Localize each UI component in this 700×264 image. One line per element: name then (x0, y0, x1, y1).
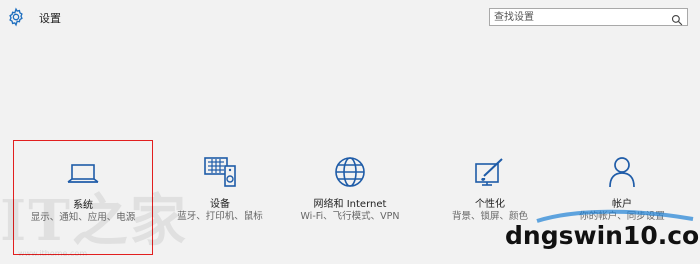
search-input[interactable] (494, 10, 664, 24)
tile-description: 你的帐户、同步设置 (579, 211, 665, 222)
search-icon[interactable] (671, 11, 683, 26)
tile-title: 帐户 (612, 199, 632, 210)
laptop-icon (63, 153, 103, 193)
settings-categories: 系统 显示、通知、应用、电源 设备 蓝牙、打印机、鼠标 网络和 Internet… (0, 140, 700, 264)
tile-title: 个性化 (475, 199, 505, 210)
personalization-icon (470, 152, 510, 192)
tile-title: 设备 (210, 199, 230, 210)
person-icon (602, 152, 642, 192)
page-title: 设置 (39, 12, 61, 25)
devices-icon (200, 152, 240, 192)
tile-title: 网络和 Internet (313, 199, 387, 210)
header: 设置 (0, 0, 700, 36)
search-box[interactable] (489, 8, 688, 26)
settings-window: 设置 系统 显示、通知、应用、电源 (0, 0, 700, 264)
tile-network-internet[interactable]: 网络和 Internet Wi-Fi、飞行模式、VPN (280, 140, 420, 255)
tile-description: 蓝牙、打印机、鼠标 (177, 211, 263, 222)
globe-icon (330, 152, 370, 192)
tile-devices[interactable]: 设备 蓝牙、打印机、鼠标 (150, 140, 290, 255)
tile-description: 背景、锁屏、颜色 (451, 211, 528, 222)
tile-personalization[interactable]: 个性化 背景、锁屏、颜色 (420, 140, 560, 255)
tile-accounts[interactable]: 帐户 你的帐户、同步设置 (552, 140, 692, 255)
tile-system[interactable]: 系统 显示、通知、应用、电源 (13, 140, 153, 255)
tile-title: 系统 (73, 200, 93, 211)
tile-description: Wi-Fi、飞行模式、VPN (300, 211, 400, 222)
tile-description: 显示、通知、应用、电源 (30, 212, 136, 223)
gear-icon (6, 7, 26, 27)
